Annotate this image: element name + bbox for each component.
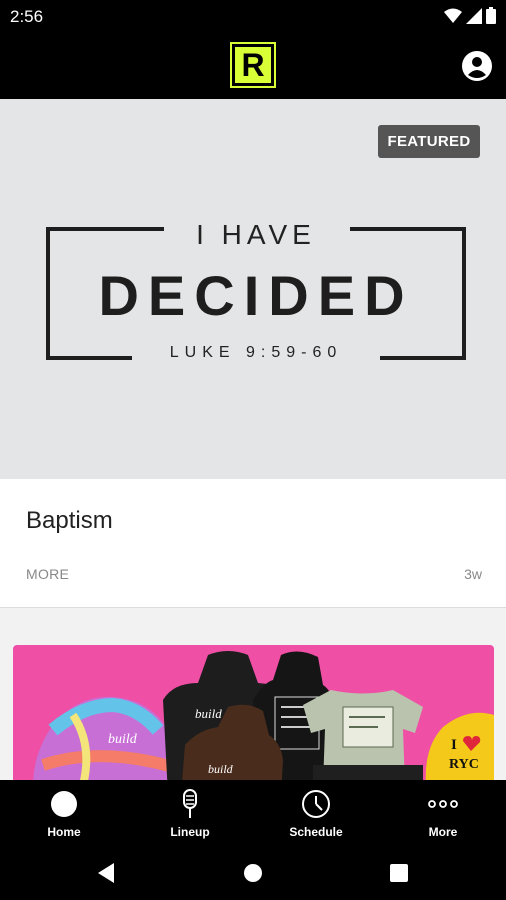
- nav-schedule-label: Schedule: [289, 825, 343, 839]
- sermon-artwork: I HAVE DECIDED LUKE 9:59-60: [46, 219, 466, 361]
- dark-shirt-graphic: [313, 765, 423, 780]
- app-logo[interactable]: R: [230, 42, 276, 88]
- recents-icon[interactable]: [390, 864, 408, 882]
- ryc-cap-graphic: I RYC: [425, 712, 494, 780]
- logo-letter: R: [241, 47, 265, 83]
- more-dots-icon: [428, 800, 458, 808]
- bottom-nav: Home Lineup Schedule More: [0, 780, 506, 852]
- cap-text: RYC: [449, 757, 479, 772]
- sermon-card[interactable]: Baptism MORE 3w: [0, 479, 506, 608]
- card-age: 3w: [464, 566, 482, 582]
- back-icon[interactable]: [96, 862, 116, 884]
- status-time: 2:56: [10, 7, 44, 26]
- system-nav-bar: [0, 852, 506, 900]
- nav-lineup[interactable]: Lineup: [127, 780, 253, 852]
- artwork-line2: DECIDED: [98, 264, 414, 327]
- merch-image: build build build I RYC: [33, 651, 494, 780]
- nav-schedule[interactable]: Schedule: [253, 780, 379, 852]
- app-bar: R: [0, 34, 506, 99]
- featured-hero[interactable]: FEATURED I HAVE DECIDED LUKE 9:59-60: [0, 99, 506, 479]
- artwork-line1: I HAVE: [196, 219, 316, 250]
- microphone-icon: [183, 789, 197, 818]
- signal-icon: [466, 7, 482, 24]
- home-icon[interactable]: [243, 863, 263, 883]
- nav-more[interactable]: More: [380, 780, 506, 852]
- artwork-line3: LUKE 9:59-60: [169, 344, 343, 361]
- svg-text:I: I: [451, 737, 457, 753]
- nav-home[interactable]: Home: [1, 780, 127, 852]
- status-bar: 2:56: [0, 0, 506, 34]
- status-icons: [444, 7, 496, 24]
- nav-more-label: More: [428, 825, 458, 839]
- featured-badge: FEATURED: [378, 125, 480, 158]
- svg-text:build: build: [195, 706, 222, 721]
- home-circle-icon: [51, 791, 77, 817]
- wifi-icon: [444, 8, 462, 23]
- nav-lineup-label: Lineup: [170, 825, 210, 839]
- battery-icon: [486, 7, 496, 24]
- more-link[interactable]: MORE: [26, 566, 69, 582]
- merch-promo-banner[interactable]: build build build I RYC: [13, 645, 494, 780]
- clock-icon: [302, 790, 330, 818]
- content-feed[interactable]: FEATURED I HAVE DECIDED LUKE 9:59-60 Bap…: [0, 99, 506, 780]
- svg-text:build: build: [108, 732, 138, 747]
- card-title: Baptism: [26, 507, 113, 534]
- account-circle-icon[interactable]: [462, 51, 492, 81]
- svg-text:build: build: [208, 762, 234, 776]
- nav-home-label: Home: [47, 825, 81, 839]
